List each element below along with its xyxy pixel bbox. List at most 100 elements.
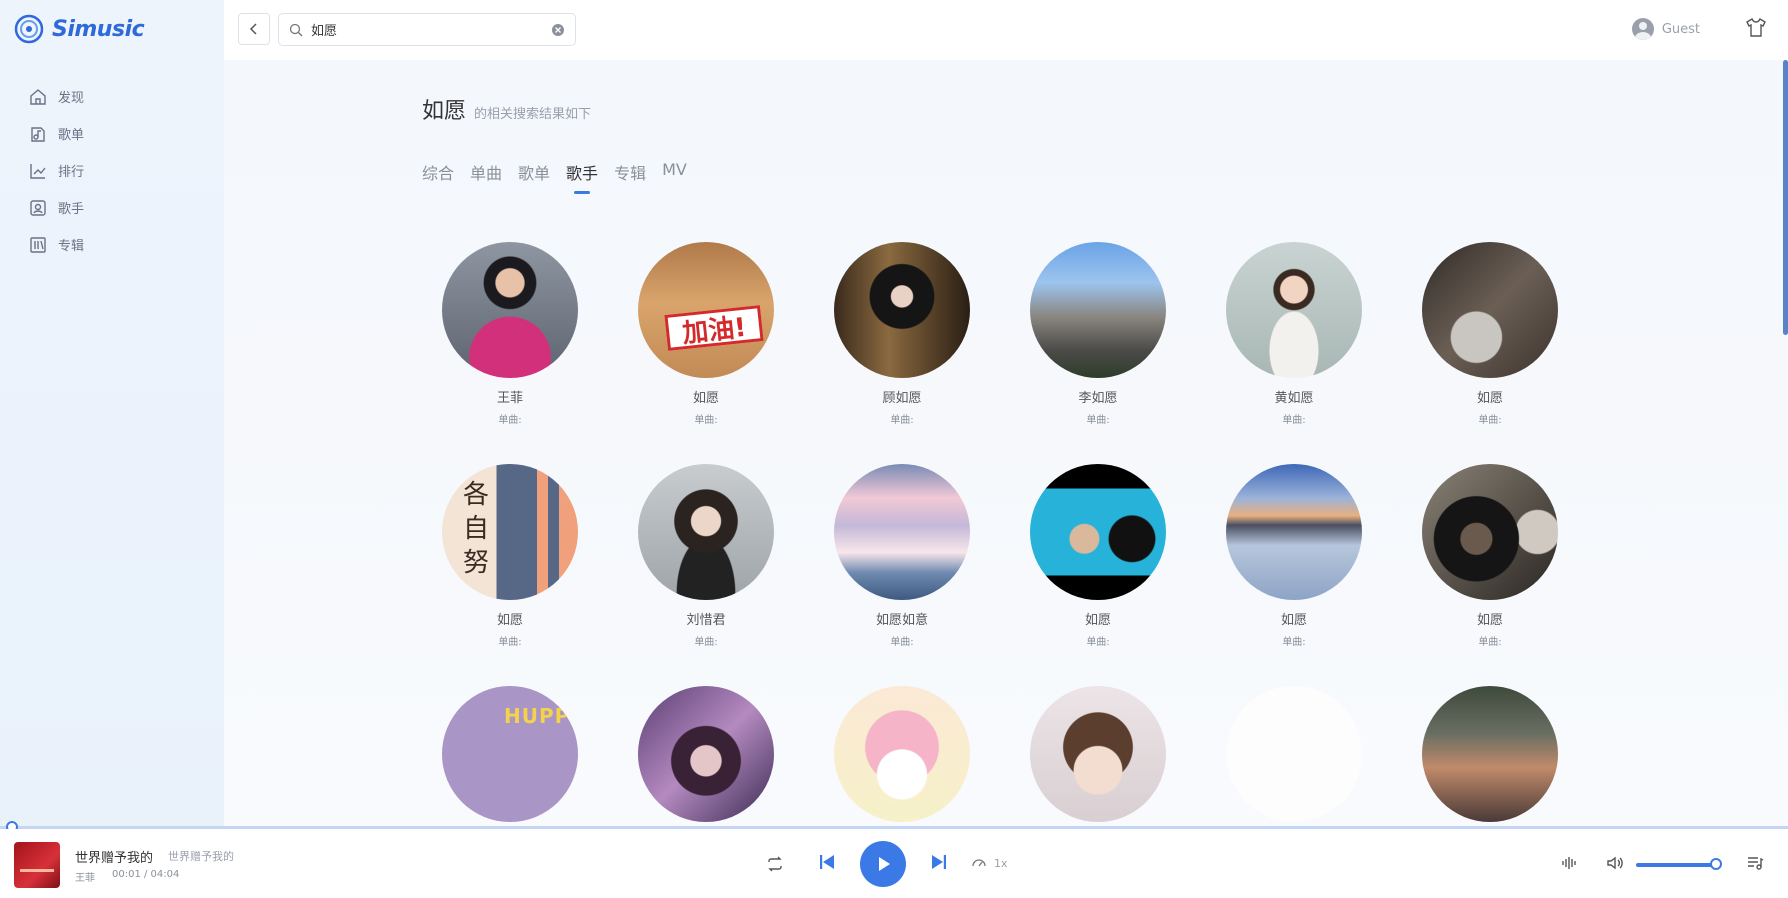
artist-card[interactable]: 加油! 如愿 单曲: [638,242,774,426]
artist-name: 如愿如意 [875,613,928,628]
song-cover[interactable] [14,842,60,888]
clear-icon[interactable] [551,23,565,37]
sidebar-item-label: 歌单 [58,128,85,143]
sidebar-item-album[interactable]: 专辑 [28,226,84,263]
artist-name: 如愿 [692,391,719,406]
sidebar-item-label: 发现 [58,91,85,106]
artist-name: 顾如愿 [882,391,922,406]
artist-card[interactable]: HUPP [442,686,578,826]
play-button[interactable] [860,841,906,887]
sidebar-item-label: 排行 [58,165,85,180]
avatar-icon [1631,18,1654,40]
volume-button[interactable] [1604,852,1626,874]
artist-card[interactable] [638,686,774,826]
song-time: 00:01 / 04:04 [112,869,180,880]
player-bar: 世界赠予我的 世界赠予我的 王菲 00:01 / 04:04 1x [0,829,1788,898]
top-bar: Guest [224,0,1788,60]
artist-card[interactable]: 如愿 单曲: [1030,464,1166,648]
artist-card[interactable] [1422,686,1558,826]
artist-card[interactable]: 黄如愿 单曲: [1226,242,1362,426]
skip-previous-icon [820,855,834,869]
artist-avatar [1422,464,1558,600]
sidebar-item-singer[interactable]: 歌手 [28,189,84,226]
artist-grid: 王菲 单曲: 加油! 如愿 单曲: 顾如愿 单曲: 李如愿 单曲: 黄如愿 单曲… [442,242,1558,826]
artist-meta: 单曲: [498,415,522,426]
home-icon [30,88,46,105]
shirt-icon[interactable] [1744,16,1768,40]
artist-card[interactable]: 如愿 单曲: [1422,464,1558,648]
result-tabs: 综合 单曲 歌单 歌手 专辑 MV [422,160,687,192]
user-profile[interactable]: Guest [1631,18,1700,40]
artist-name: 如愿 [496,613,523,628]
scrollbar-thumb[interactable] [1783,60,1788,335]
repeat-button[interactable] [764,853,786,875]
sidebar-item-label: 歌手 [58,202,85,217]
artist-card[interactable] [1030,686,1166,826]
artist-avatar [638,464,774,600]
search-box[interactable] [278,13,576,46]
skip-next-icon [932,855,946,869]
playlist-icon [31,126,45,142]
tab-mv[interactable]: MV [662,160,687,192]
song-title[interactable]: 世界赠予我的 [75,847,153,866]
artist-card[interactable]: 李如愿 单曲: [1030,242,1166,426]
artist-card[interactable]: 刘惜君 单曲: [638,464,774,648]
artist-avatar: HUPP [442,686,578,822]
user-name: Guest [1661,21,1700,37]
artist-avatar [1422,242,1558,378]
artist-name: 黄如愿 [1274,391,1314,406]
tab-playlists[interactable]: 歌单 [518,160,550,192]
main-content: 如愿 的相关搜索结果如下 综合 单曲 歌单 歌手 专辑 MV 王菲 单曲: 加油… [224,60,1788,826]
artist-avatar: 各自努 [442,464,578,600]
artist-name: 王菲 [496,391,523,406]
search-keyword: 如愿 [422,99,467,124]
search-icon [289,23,303,36]
artist-card[interactable]: 顾如愿 单曲: [834,242,970,426]
artist-avatar: 加油! [638,242,774,378]
artist-name: 如愿 [1084,613,1111,628]
artist-meta: 单曲: [1478,415,1502,426]
tab-albums[interactable]: 专辑 [614,160,646,192]
song-album[interactable]: 世界赠予我的 [168,848,234,864]
artist-avatar [1422,686,1558,822]
artist-card[interactable]: 如愿如意 单曲: [834,464,970,648]
tab-songs[interactable]: 单曲 [470,160,502,192]
artist-meta: 单曲: [1086,415,1110,426]
tab-all[interactable]: 综合 [422,160,454,192]
artist-avatar [834,686,970,822]
app-logo[interactable]: Simusic [14,14,145,44]
artist-card[interactable] [1226,686,1362,826]
artist-name: 李如愿 [1078,391,1118,406]
artist-card[interactable]: 如愿 单曲: [1422,242,1558,426]
artist-meta: 单曲: [498,637,522,648]
sidebar-nav: 发现 歌单 排行 歌手 专辑 [28,78,84,263]
tab-singers[interactable]: 歌手 [566,160,598,192]
sidebar-item-label: 专辑 [58,239,85,254]
volume-handle[interactable] [1710,858,1722,870]
artist-card[interactable]: 如愿 单曲: [1226,464,1362,648]
waveform-icon [1562,857,1576,869]
results-subtitle: 的相关搜索结果如下 [474,107,592,122]
artist-avatar [1226,242,1362,378]
artist-card[interactable]: 各自努 如愿 单曲: [442,464,578,648]
next-button[interactable] [928,851,950,873]
speed-button[interactable] [970,854,988,872]
artist-card[interactable]: 王菲 单曲: [442,242,578,426]
sound-effect-button[interactable] [1558,852,1580,874]
sidebar-item-ranking[interactable]: 排行 [28,152,84,189]
sidebar-item-playlist[interactable]: 歌单 [28,115,84,152]
speedometer-icon [972,859,986,867]
artist-avatar [442,242,578,378]
prev-button[interactable] [816,851,838,873]
artist-meta: 单曲: [694,637,718,648]
speed-label[interactable]: 1x [994,857,1008,870]
song-artist[interactable]: 王菲 [75,869,95,884]
volume-slider[interactable] [1636,863,1716,867]
search-input[interactable] [311,22,551,37]
artist-card[interactable] [834,686,970,826]
sidebar-item-discover[interactable]: 发现 [28,78,84,115]
album-icon [30,236,46,253]
back-button[interactable] [238,13,270,45]
queue-button[interactable] [1744,852,1766,874]
cover-caption: 加油! [664,305,764,351]
